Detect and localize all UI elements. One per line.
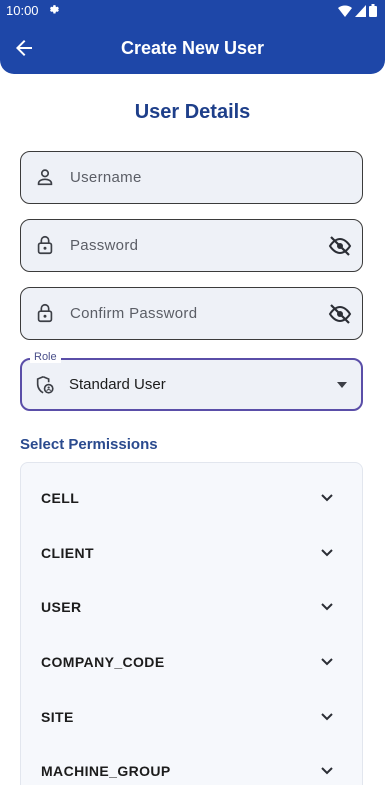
chevron-down-icon: [321, 603, 333, 611]
app-bar: 10:00 Create New User: [0, 0, 385, 74]
caret-down-icon: [337, 382, 347, 388]
person-icon: [37, 169, 53, 186]
gear-icon: [49, 5, 59, 14]
permission-item-company-code[interactable]: COMPANY_CODE: [21, 635, 362, 689]
permissions-list: CELL CLIENT USER COMPANY_CODE SITE MACHI…: [20, 462, 363, 802]
eye-off-icon[interactable]: [328, 234, 352, 258]
section-title: User Details: [134, 101, 251, 123]
role-label: Role: [30, 351, 61, 363]
chevron-down-icon: [321, 494, 333, 502]
confirm-password-field[interactable]: Confirm Password: [20, 287, 363, 340]
permission-item-user[interactable]: USER: [21, 580, 362, 634]
shield-icon: [36, 375, 54, 394]
wifi-icon: [338, 4, 352, 17]
status-bar: 10:00: [0, 0, 385, 22]
battery-icon: [369, 4, 377, 17]
permission-item-client[interactable]: CLIENT: [21, 526, 362, 580]
bottom-edge: [0, 785, 385, 811]
chevron-down-icon: [321, 658, 333, 666]
username-field[interactable]: Username: [20, 151, 363, 204]
lock-icon: [37, 303, 53, 323]
permission-item-site[interactable]: SITE: [21, 690, 362, 744]
permission-label: MACHINE_GROUP: [41, 763, 171, 779]
lock-icon: [37, 235, 53, 255]
permissions-title: Select Permissions: [20, 436, 158, 453]
permission-label: USER: [41, 599, 82, 615]
chevron-down-icon: [321, 767, 333, 775]
permission-label: COMPANY_CODE: [41, 654, 165, 670]
role-dropdown[interactable]: Standard User: [20, 358, 363, 411]
permission-item-cell[interactable]: CELL: [21, 471, 362, 525]
chevron-down-icon: [321, 549, 333, 557]
confirm-password-placeholder: Confirm Password: [70, 305, 198, 322]
chevron-down-icon: [321, 713, 333, 721]
eye-off-icon[interactable]: [328, 302, 352, 326]
password-field[interactable]: Password: [20, 219, 363, 272]
permission-label: CLIENT: [41, 545, 94, 561]
signal-icon: [355, 4, 366, 17]
username-placeholder: Username: [70, 169, 142, 186]
password-placeholder: Password: [70, 237, 139, 254]
permission-label: CELL: [41, 490, 80, 506]
role-value: Standard User: [69, 376, 166, 393]
status-time: 10:00: [6, 3, 39, 18]
permission-label: SITE: [41, 709, 74, 725]
page-title: Create New User: [120, 38, 265, 58]
status-icons: [338, 4, 377, 17]
